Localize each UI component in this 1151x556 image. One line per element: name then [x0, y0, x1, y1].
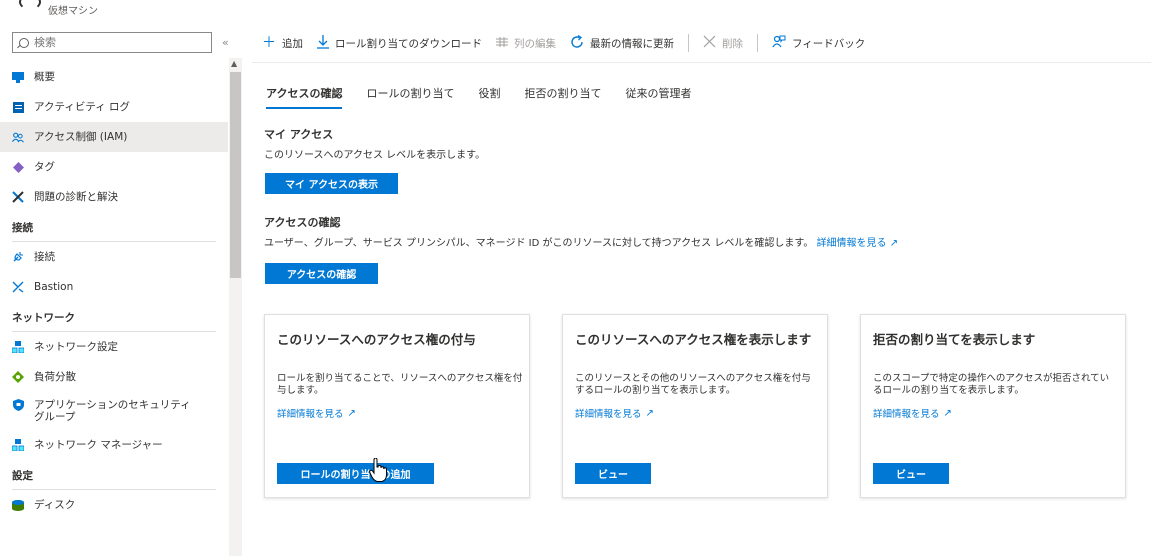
view-my-access-button[interactable]: マイ アクセスの表示 — [265, 173, 398, 194]
card-title: このリソースへのアクセス権を表示します — [575, 332, 812, 347]
view-deny-assignments-button[interactable]: ビュー — [873, 463, 949, 484]
card-description: このリソースとその他のリソースへのアクセス権を付与するロールの割り当てを表示しま… — [575, 373, 811, 396]
tab-classic-administrators[interactable]: 従来の管理者 — [625, 85, 691, 109]
external-link-icon: ↗ — [347, 407, 356, 419]
tab-check-access[interactable]: アクセスの確認 — [266, 85, 343, 109]
view-access-card: このリソースへのアクセス権を表示します このリソースとその他のリソースへのアクセ… — [562, 314, 828, 498]
resource-header: 仮想マシン — [0, 0, 1151, 22]
add-role-assignment-button[interactable]: ロールの割り当ての追加 — [277, 463, 434, 484]
toolbar-separator — [757, 34, 758, 52]
view-deny-assignments-card: 拒否の割り当てを表示します このスコープで特定の操作へのアクセスが拒否されている… — [860, 314, 1126, 498]
toolbar-separator — [688, 34, 689, 52]
feedback-button[interactable]: フィードバック — [772, 35, 865, 52]
sidebar-item-iam[interactable]: アクセス制御 (IAM) — [0, 122, 228, 152]
tab-roles[interactable]: 役割 — [478, 85, 500, 109]
log-icon — [12, 101, 24, 113]
network-icon — [12, 341, 24, 353]
sidebar-scrollbar[interactable]: ▲ — [229, 58, 242, 556]
command-bar: ＋ 追加 ロール割り当てのダウンロード 列の編集 最新の情報に更新 削除 フィー… — [262, 32, 879, 54]
tab-deny-assignments[interactable]: 拒否の割り当て — [524, 85, 601, 109]
tools-icon — [12, 191, 24, 203]
resource-subtitle: 仮想マシン — [48, 6, 98, 17]
sidebar-section-network: ネットワーク — [0, 302, 228, 332]
check-access-description: ユーザー、グループ、サービス プリンシパル、マネージド ID がこのリソースに対… — [264, 238, 899, 249]
delete-icon — [703, 35, 716, 51]
download-icon — [317, 34, 329, 52]
search-box[interactable] — [12, 32, 212, 53]
hand-cursor-icon — [369, 458, 387, 482]
external-link-icon: ↗ — [645, 407, 654, 419]
feedback-icon — [772, 35, 786, 52]
external-link-icon: ↗ — [889, 238, 899, 249]
columns-icon — [496, 36, 508, 50]
sidebar-item-load-balancing[interactable]: 負荷分散 — [0, 362, 228, 392]
collapse-sidebar-icon[interactable]: « — [222, 36, 229, 49]
loadbalancer-icon — [12, 371, 24, 383]
resource-icon — [19, 0, 41, 10]
check-access-learn-more-link[interactable]: 詳細情報を見る — [817, 238, 887, 249]
external-link-icon: ↗ — [943, 407, 952, 419]
card-learn-more-link[interactable]: 詳細情報を見る ↗ — [575, 406, 654, 421]
tag-icon — [12, 161, 24, 173]
people-icon — [12, 131, 24, 143]
iam-tabs: アクセスの確認 ロールの割り当て 役割 拒否の割り当て 従来の管理者 — [266, 85, 715, 109]
card-learn-more-link[interactable]: 詳細情報を見る ↗ — [277, 406, 356, 421]
sidebar-item-tags[interactable]: タグ — [0, 152, 228, 182]
monitor-icon — [12, 71, 24, 83]
view-role-assignments-button[interactable]: ビュー — [575, 463, 651, 484]
sidebar-item-activity-log[interactable]: アクティビティ ログ — [0, 92, 228, 122]
plug-icon — [12, 251, 24, 263]
refresh-button[interactable]: 最新の情報に更新 — [570, 34, 674, 52]
sidebar-section-settings: 設定 — [0, 460, 228, 490]
sidebar-section-connect: 接続 — [0, 212, 228, 242]
scrollbar-thumb[interactable] — [230, 72, 241, 278]
sidebar-item-app-security-group[interactable]: アプリケーションのセキュリティ グループ — [0, 392, 228, 430]
scroll-up-icon[interactable]: ▲ — [231, 59, 237, 68]
add-button[interactable]: ＋ 追加 — [262, 36, 303, 51]
sidebar-item-bastion[interactable]: Bastion — [0, 272, 228, 302]
network-manager-icon — [12, 439, 24, 451]
card-learn-more-link[interactable]: 詳細情報を見る ↗ — [873, 406, 952, 421]
card-title: 拒否の割り当てを表示します — [873, 332, 1036, 347]
sidebar-item-disks[interactable]: ディスク — [0, 490, 228, 520]
edit-columns-button[interactable]: 列の編集 — [496, 36, 556, 51]
my-access-title: マイ アクセス — [264, 128, 334, 141]
delete-button[interactable]: 削除 — [703, 35, 743, 51]
grant-access-card: このリソースへのアクセス権の付与 ロールを割り当てることで、リソースへのアクセス… — [264, 314, 530, 498]
refresh-icon — [570, 34, 584, 52]
toolbar-divider — [252, 62, 1151, 63]
check-access-button[interactable]: アクセスの確認 — [265, 263, 378, 284]
sidebar-nav: 概要 アクティビティ ログ アクセス制御 (IAM) タグ 問題の診断と解決 接… — [0, 62, 228, 520]
sidebar: « 概要 アクティビティ ログ アクセス制御 (IAM) タグ — [0, 30, 242, 556]
my-access-description: このリソースへのアクセス レベルを表示します。 — [264, 150, 486, 161]
card-title: このリソースへのアクセス権の付与 — [277, 332, 476, 347]
sidebar-item-network-manager[interactable]: ネットワーク マネージャー — [0, 430, 228, 460]
card-description: ロールを割り当てることで、リソースへのアクセス権を付与します。 — [277, 373, 523, 396]
plus-icon: ＋ — [262, 35, 276, 51]
shield-icon — [12, 399, 24, 411]
sidebar-item-network-settings[interactable]: ネットワーク設定 — [0, 332, 228, 362]
tab-role-assignments[interactable]: ロールの割り当て — [366, 85, 454, 109]
bastion-icon — [12, 281, 24, 293]
sidebar-item-connect[interactable]: 接続 — [0, 242, 228, 272]
check-access-title: アクセスの確認 — [264, 216, 341, 229]
card-description: このスコープで特定の操作へのアクセスが拒否されているロールの割り当てを表示します… — [873, 373, 1110, 396]
search-input[interactable] — [34, 36, 184, 49]
search-icon — [19, 37, 29, 48]
download-role-assignments-button[interactable]: ロール割り当てのダウンロード — [317, 34, 482, 52]
disk-icon — [12, 499, 24, 511]
sidebar-item-diagnose[interactable]: 問題の診断と解決 — [0, 182, 228, 212]
sidebar-item-overview[interactable]: 概要 — [0, 62, 228, 92]
